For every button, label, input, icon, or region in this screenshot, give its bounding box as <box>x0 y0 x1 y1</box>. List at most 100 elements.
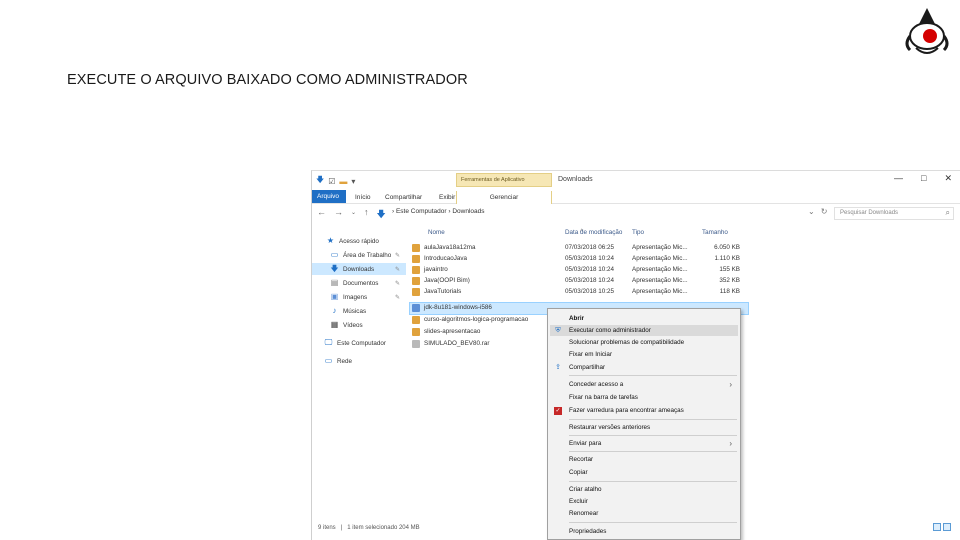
menu-item-properties[interactable]: Propriedades <box>550 526 738 537</box>
table-row[interactable]: Java(OOPI Bim) 05/03/2018 10:24 Apresent… <box>410 276 748 287</box>
sidebar-item-downloads[interactable]: 🡇 Downloads ✎ <box>312 263 406 275</box>
menu-item-cut[interactable]: Recortar <box>550 454 738 465</box>
menu-item-label: Copiar <box>569 469 588 476</box>
menu-item-label: Fazer varredura para encontrar ameaças <box>569 407 684 414</box>
minimize-button[interactable]: — <box>894 173 903 184</box>
sidebar-item-quick-access[interactable]: ★ Acesso rápido <box>326 235 406 247</box>
tab-file[interactable]: Arquivo <box>312 190 346 203</box>
computer-icon: 🖵 <box>324 338 333 347</box>
new-folder-icon[interactable]: ▬ <box>339 177 347 186</box>
desktop-icon: ▭ <box>330 250 339 259</box>
menu-item-pin-start[interactable]: Fixar em Iniciar <box>550 349 738 360</box>
contextual-tab-group: Ferramentas de Aplicativo <box>456 173 552 187</box>
menu-item-label: Compartilhar <box>569 364 606 371</box>
music-icon: ♪ <box>332 306 337 315</box>
menu-item-label: Enviar para <box>569 440 602 447</box>
menu-item-label: Fixar na barra de tarefas <box>569 394 638 401</box>
presentation-file-icon <box>412 255 420 263</box>
menu-separator <box>569 451 737 452</box>
sidebar-item-documents[interactable]: ▤ Documentos ✎ <box>330 277 406 289</box>
file-date: 05/03/2018 10:24 <box>565 255 615 262</box>
column-size[interactable]: Tamanho <box>702 229 728 236</box>
menu-item-open[interactable]: Abrir <box>550 313 738 324</box>
file-name: jdk-8u181-windows-i586 <box>424 304 492 311</box>
menu-item-delete[interactable]: Excluir <box>550 496 738 507</box>
column-type[interactable]: Tipo <box>632 229 644 236</box>
large-icons-view-icon[interactable] <box>943 523 951 531</box>
sidebar-item-label: Músicas <box>343 307 367 315</box>
close-button[interactable]: ✕ <box>944 173 952 184</box>
sidebar-item-music[interactable]: ♪ Músicas <box>330 305 406 317</box>
navigation-buttons: ← → ⌄ ↑ 🡇 <box>317 207 386 223</box>
download-arrow-icon: 🡇 <box>330 264 339 273</box>
location-icon: 🡇 <box>376 209 386 219</box>
sidebar-item-images[interactable]: ▣ Imagens ✎ <box>330 291 406 303</box>
file-name: Java(OOPI Bim) <box>424 277 470 284</box>
forward-arrow-icon[interactable]: → <box>334 207 343 223</box>
menu-item-pin-taskbar[interactable]: Fixar na barra de tarefas <box>550 392 738 403</box>
menu-separator <box>569 522 737 523</box>
menu-item-label: Recortar <box>569 456 594 463</box>
address-controls: ⌄ ↻ <box>808 207 827 216</box>
executable-file-icon <box>412 304 420 312</box>
menu-item-create-shortcut[interactable]: Criar atalho <box>550 484 738 495</box>
file-name: SIMULADO_BEV80.rar <box>424 340 490 347</box>
address-path[interactable]: › Este Computador › Downloads <box>392 208 485 215</box>
search-input[interactable]: Pesquisar Downloads ⌕ <box>834 207 954 220</box>
column-date[interactable]: Data de modificação <box>565 229 622 236</box>
menu-item-label: Renomear <box>569 510 599 517</box>
quick-access-down-icon[interactable]: 🡇 <box>316 174 324 188</box>
menu-item-scan[interactable]: ✓ Fazer varredura para encontrar ameaças <box>550 405 738 416</box>
sidebar-item-network[interactable]: ▭ Rede <box>324 355 406 367</box>
tab-manage[interactable]: Gerenciar <box>456 191 552 204</box>
pin-icon: ✎ <box>394 266 400 273</box>
shield-uac-icon: ⛨ <box>555 327 561 334</box>
file-list-header: ^ Nome Data de modificação Tipo Tamanho <box>410 226 750 240</box>
sidebar-item-label: Downloads <box>343 265 375 273</box>
menu-item-label: Excluir <box>569 498 588 505</box>
sidebar-item-label: Área de Trabalho <box>343 251 392 259</box>
sidebar-item-videos[interactable]: ▦ Vídeos <box>330 319 406 331</box>
chevron-right-icon: › <box>729 439 732 448</box>
column-name[interactable]: Nome <box>428 229 445 236</box>
status-item-count: 9 itens <box>318 525 336 531</box>
table-row[interactable]: IntroducaoJava 05/03/2018 10:24 Apresent… <box>410 254 748 265</box>
back-arrow-icon[interactable]: ← <box>317 207 326 223</box>
menu-item-share[interactable]: ⇪ Compartilhar <box>550 362 738 373</box>
table-row[interactable]: javaintro 05/03/2018 10:24 Apresentação … <box>410 265 748 276</box>
menu-item-send-to[interactable]: Enviar para › <box>550 438 738 449</box>
details-view-icon[interactable] <box>933 523 941 531</box>
file-date: 07/03/2018 06:25 <box>565 244 615 251</box>
up-arrow-icon[interactable]: ↑ <box>364 207 369 223</box>
menu-item-label: Solucionar problemas de compatibilidade <box>569 339 685 346</box>
tab-share[interactable]: Compartilhar <box>380 191 427 204</box>
sidebar-item-this-pc[interactable]: 🖵 Este Computador <box>324 337 406 349</box>
checkbox-icon[interactable]: ☑ <box>328 177 335 186</box>
table-row[interactable]: aulaJava18a12ma 07/03/2018 06:25 Apresen… <box>410 243 748 254</box>
tab-home[interactable]: Início <box>350 191 376 204</box>
pin-icon: ✎ <box>394 252 400 259</box>
defender-icon: ✓ <box>554 407 562 415</box>
file-size: 155 KB <box>719 266 740 273</box>
chevron-down-icon[interactable]: ⌄ <box>351 207 356 223</box>
address-dropdown-icon[interactable]: ⌄ <box>808 207 815 216</box>
java-duke-mascot-icon <box>905 8 949 54</box>
maximize-button[interactable]: □ <box>921 173 926 184</box>
menu-item-run-as-admin[interactable]: ⛨ Executar como administrador <box>550 325 738 336</box>
file-size: 1.110 KB <box>714 255 740 262</box>
sidebar-item-desktop[interactable]: ▭ Área de Trabalho ✎ <box>330 249 406 261</box>
menu-item-label: Conceder acesso a <box>569 381 624 388</box>
star-icon: ★ <box>326 236 335 245</box>
menu-item-troubleshoot[interactable]: Solucionar problemas de compatibilidade <box>550 337 738 348</box>
chevron-down-icon[interactable]: ▾ <box>351 177 355 186</box>
menu-separator <box>569 481 737 482</box>
menu-item-share-with[interactable]: Conceder acesso a › <box>550 379 738 390</box>
refresh-icon[interactable]: ↻ <box>821 207 828 216</box>
file-date: 05/03/2018 10:24 <box>565 266 615 273</box>
menu-item-restore[interactable]: Restaurar versões anteriores <box>550 422 738 433</box>
window-controls: — □ ✕ <box>894 173 952 184</box>
table-row[interactable]: JavaTutorials 05/03/2018 10:25 Apresenta… <box>410 287 748 298</box>
menu-separator <box>569 419 737 420</box>
menu-item-copy[interactable]: Copiar <box>550 467 738 478</box>
menu-item-rename[interactable]: Renomear <box>550 508 738 519</box>
